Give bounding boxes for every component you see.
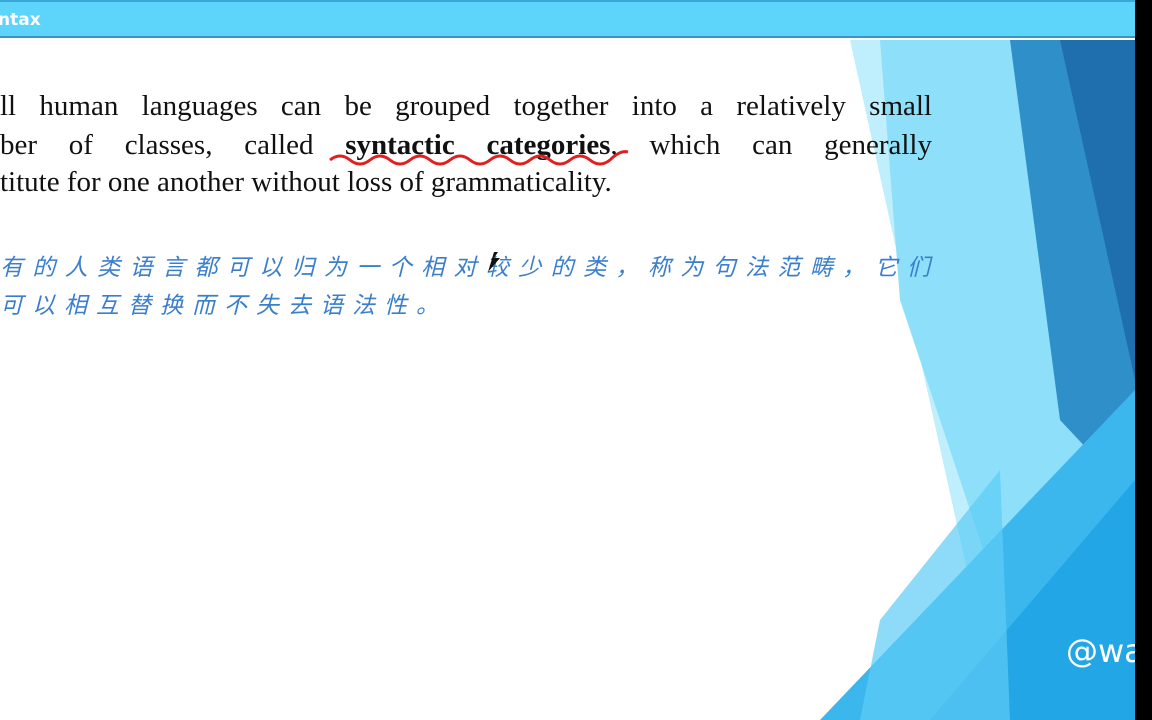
mouse-cursor-icon (488, 252, 500, 272)
chinese-line-2: 可以相互替换而不失去语法性。 (0, 293, 448, 319)
video-border (1135, 0, 1152, 720)
watermark: @wa (1066, 632, 1144, 670)
